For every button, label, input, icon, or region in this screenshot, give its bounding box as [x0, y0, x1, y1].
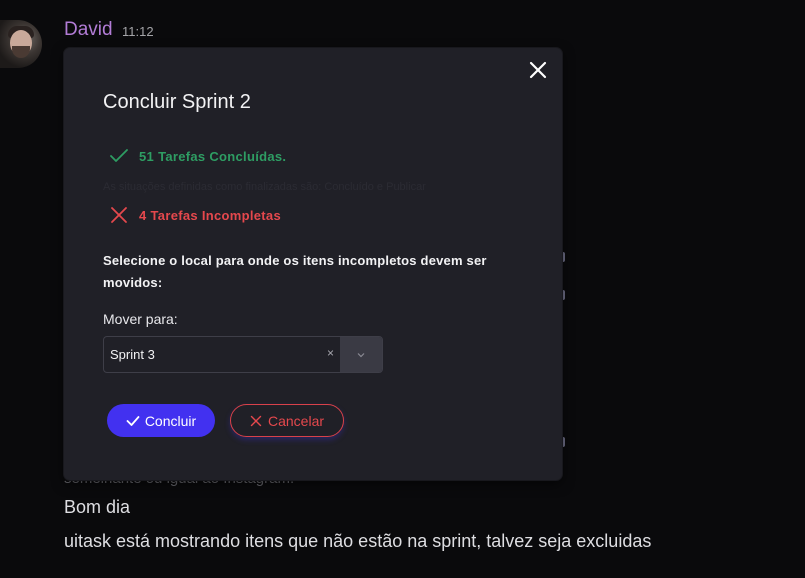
- cancel-button-label: Cancelar: [267, 412, 325, 429]
- complete-sprint-modal: Concluir Sprint 2 51 Tarefas Concluídas. …: [64, 48, 562, 480]
- check-icon: [110, 149, 128, 162]
- chat-screen: David 11:12 semelhante ou igual ao Insta…: [0, 0, 805, 578]
- clear-selection-icon[interactable]: ×: [327, 346, 334, 360]
- incomplete-tasks-text: 4 Tarefas Incompletas: [139, 208, 281, 223]
- completed-tasks-row: 51 Tarefas Concluídas.: [109, 146, 286, 166]
- message-time: 11:12: [122, 24, 154, 39]
- sprint-select-value: Sprint 3: [110, 347, 155, 362]
- confirm-button-label: Concluir: [144, 412, 197, 429]
- confirm-complete-button[interactable]: Concluir: [107, 404, 215, 437]
- incomplete-tasks-row: 4 Tarefas Incompletas: [109, 205, 281, 225]
- finalized-status-hint: As situações definidas como finalizadas …: [103, 181, 426, 193]
- avatar-beard: [12, 46, 30, 58]
- close-button[interactable]: [527, 59, 549, 81]
- move-to-label: Mover para:: [103, 311, 178, 327]
- modal-title: Concluir Sprint 2: [103, 91, 251, 113]
- move-instruction: Selecione o local para onde os itens inc…: [103, 253, 487, 290]
- completed-count: 51: [139, 148, 155, 164]
- cancel-button[interactable]: Cancelar: [230, 404, 344, 437]
- x-mark-icon: [111, 207, 127, 223]
- completed-tasks-text: 51 Tarefas Concluídas.: [139, 149, 286, 164]
- incomplete-label: Tarefas Incompletas: [150, 207, 281, 223]
- incomplete-count: 4: [139, 207, 147, 223]
- close-icon: [250, 415, 262, 426]
- chevron-down-icon: [357, 352, 365, 357]
- dropdown-toggle[interactable]: [340, 337, 382, 372]
- close-icon: [529, 61, 547, 79]
- message-line-2: uitask está mostrando itens que não estã…: [64, 531, 652, 551]
- avatar[interactable]: [0, 20, 42, 68]
- message-line-1: Bom dia: [64, 497, 131, 517]
- sprint-select[interactable]: Sprint 3 ×: [103, 336, 383, 373]
- completed-label: Tarefas Concluídas.: [158, 148, 287, 164]
- message-author[interactable]: David: [64, 19, 113, 41]
- sprint-select-value-area[interactable]: Sprint 3 ×: [104, 337, 340, 372]
- check-icon: [126, 415, 140, 426]
